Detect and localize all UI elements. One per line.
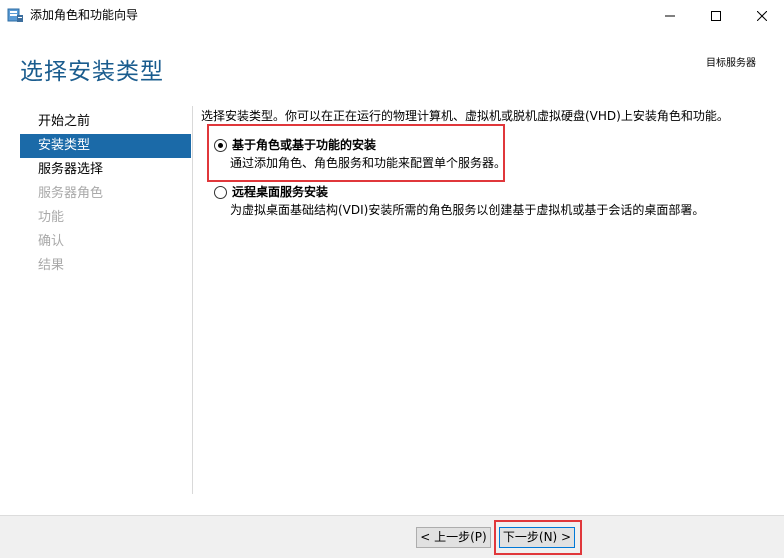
nav-item-features: 功能 xyxy=(38,210,65,225)
wizard-nav: 开始之前 安装类型 服务器选择 服务器角色 功能 确认 结果 xyxy=(20,110,191,278)
highlight-annotation xyxy=(207,124,505,182)
nav-item-server-roles: 服务器角色 xyxy=(38,186,104,201)
nav-item-confirmation: 确认 xyxy=(38,234,65,249)
minimize-icon xyxy=(665,15,675,16)
nav-item-before-you-begin[interactable]: 开始之前 xyxy=(20,110,191,134)
next-highlight-annotation xyxy=(494,520,582,555)
close-button[interactable] xyxy=(739,0,784,31)
target-server-label: 目标服务器 xyxy=(706,58,756,69)
option-title: 远程桌面服务安装 xyxy=(232,185,329,199)
window-title: 添加角色和功能向导 xyxy=(30,8,139,22)
footer xyxy=(0,516,784,558)
maximize-button[interactable] xyxy=(693,0,739,31)
content-pane: 选择安装类型。你可以在正在运行的物理计算机、虚拟机或脱机虚拟硬盘(VHD)上安装… xyxy=(201,108,776,124)
minimize-button[interactable] xyxy=(647,0,693,31)
previous-button[interactable]: < 上一步(P) xyxy=(416,527,491,548)
maximize-icon xyxy=(711,10,721,21)
page-title: 选择安装类型 xyxy=(20,59,164,85)
close-icon xyxy=(757,10,767,21)
option-description: 为虚拟桌面基础结构(VDI)安装所需的角色服务以创建基于虚拟机或基于会话的桌面部… xyxy=(230,203,705,217)
title-bar: 添加角色和功能向导 xyxy=(0,0,784,31)
remote-desktop-radio[interactable] xyxy=(214,186,227,199)
wizard-window: 添加角色和功能向导 选择安装类型 目标服务器 开始之前 安装类型 服务器选择 服… xyxy=(0,0,784,558)
nav-item-installation-type[interactable]: 安装类型 xyxy=(20,134,191,158)
nav-item-results: 结果 xyxy=(38,258,65,273)
nav-divider xyxy=(192,106,193,494)
intro-text: 选择安装类型。你可以在正在运行的物理计算机、虚拟机或脱机虚拟硬盘(VHD)上安装… xyxy=(201,109,729,123)
server-manager-icon xyxy=(7,7,24,23)
nav-item-server-selection[interactable]: 服务器选择 xyxy=(20,158,191,182)
